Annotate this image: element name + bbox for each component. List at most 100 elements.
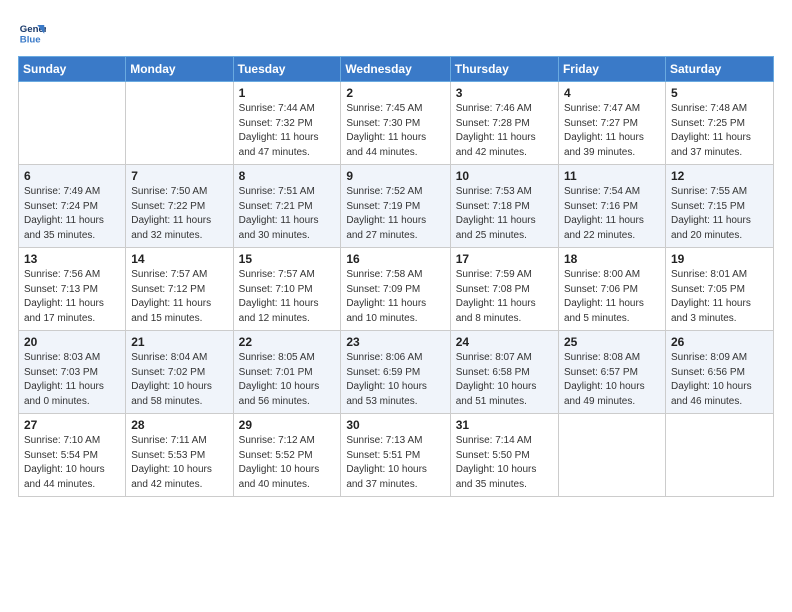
day-detail: Sunrise: 7:45 AM Sunset: 7:30 PM Dayligh… <box>346 102 444 160</box>
day-detail: Sunrise: 7:50 AM Sunset: 7:22 PM Dayligh… <box>131 185 227 243</box>
calendar-cell: 30Sunrise: 7:13 AM Sunset: 5:51 PM Dayli… <box>341 414 450 497</box>
calendar-week-row: 1 Sunrise: 7:44 AM Sunset: 7:32 PM Daylig… <box>19 82 774 165</box>
day-number: 23 <box>346 335 444 349</box>
day-number: 6 <box>24 169 120 183</box>
day-number: 22 <box>239 335 336 349</box>
day-of-week-header: Monday <box>126 57 233 82</box>
day-number: 15 <box>239 252 336 266</box>
page: General Blue SundayMondayTuesdayWednesda… <box>0 0 792 612</box>
day-number: 28 <box>131 418 227 432</box>
day-detail: Sunrise: 8:06 AM Sunset: 6:59 PM Dayligh… <box>346 351 444 409</box>
calendar-cell: 2 Sunrise: 7:45 AM Sunset: 7:30 PM Daylig… <box>341 82 450 165</box>
day-detail: Sunrise: 8:07 AM Sunset: 6:58 PM Dayligh… <box>456 351 553 409</box>
day-number: 29 <box>239 418 336 432</box>
calendar-cell <box>126 82 233 165</box>
day-number: 11 <box>564 169 660 183</box>
day-detail: Sunrise: 7:11 AM Sunset: 5:53 PM Dayligh… <box>131 434 227 492</box>
calendar-cell: 23 Sunrise: 8:06 AM Sunset: 6:59 PM Dayli… <box>341 331 450 414</box>
day-detail: Sunrise: 7:59 AM Sunset: 7:08 PM Dayligh… <box>456 268 553 326</box>
calendar-cell: 19 Sunrise: 8:01 AM Sunset: 7:05 PM Dayli… <box>665 248 773 331</box>
day-number: 20 <box>24 335 120 349</box>
calendar-cell <box>665 414 773 497</box>
calendar-cell: 12Sunrise: 7:55 AM Sunset: 7:15 PM Dayli… <box>665 165 773 248</box>
calendar-cell: 22 Sunrise: 8:05 AM Sunset: 7:01 PM Dayli… <box>233 331 341 414</box>
calendar-table: SundayMondayTuesdayWednesdayThursdayFrid… <box>18 56 774 497</box>
day-detail: Sunrise: 7:14 AM Sunset: 5:50 PM Dayligh… <box>456 434 553 492</box>
calendar-cell: 7 Sunrise: 7:50 AM Sunset: 7:22 PM Daylig… <box>126 165 233 248</box>
day-number: 17 <box>456 252 553 266</box>
calendar-cell: 15Sunrise: 7:57 AM Sunset: 7:10 PM Dayli… <box>233 248 341 331</box>
day-detail: Sunrise: 7:47 AM Sunset: 7:27 PM Dayligh… <box>564 102 660 160</box>
day-of-week-header: Friday <box>558 57 665 82</box>
calendar-cell: 27Sunrise: 7:10 AM Sunset: 5:54 PM Dayli… <box>19 414 126 497</box>
calendar-cell: 6 Sunrise: 7:49 AM Sunset: 7:24 PM Daylig… <box>19 165 126 248</box>
day-detail: Sunrise: 8:01 AM Sunset: 7:05 PM Dayligh… <box>671 268 768 326</box>
calendar-cell: 9Sunrise: 7:52 AM Sunset: 7:19 PM Daylig… <box>341 165 450 248</box>
calendar-body: 1 Sunrise: 7:44 AM Sunset: 7:32 PM Daylig… <box>19 82 774 497</box>
calendar-week-row: 27Sunrise: 7:10 AM Sunset: 5:54 PM Dayli… <box>19 414 774 497</box>
day-of-week-header: Tuesday <box>233 57 341 82</box>
day-number: 1 <box>239 86 336 100</box>
day-detail: Sunrise: 7:53 AM Sunset: 7:18 PM Dayligh… <box>456 185 553 243</box>
calendar-week-row: 20 Sunrise: 8:03 AM Sunset: 7:03 PM Dayli… <box>19 331 774 414</box>
calendar-cell: 11 Sunrise: 7:54 AM Sunset: 7:16 PM Dayli… <box>558 165 665 248</box>
day-number: 16 <box>346 252 444 266</box>
calendar-cell: 21Sunrise: 8:04 AM Sunset: 7:02 PM Dayli… <box>126 331 233 414</box>
day-number: 31 <box>456 418 553 432</box>
day-of-week-header: Saturday <box>665 57 773 82</box>
logo-icon: General Blue <box>18 18 46 46</box>
calendar-cell: 1 Sunrise: 7:44 AM Sunset: 7:32 PM Daylig… <box>233 82 341 165</box>
day-detail: Sunrise: 8:08 AM Sunset: 6:57 PM Dayligh… <box>564 351 660 409</box>
calendar-cell: 10Sunrise: 7:53 AM Sunset: 7:18 PM Dayli… <box>450 165 558 248</box>
calendar-cell: 26 Sunrise: 8:09 AM Sunset: 6:56 PM Dayli… <box>665 331 773 414</box>
day-number: 26 <box>671 335 768 349</box>
calendar-cell: 8 Sunrise: 7:51 AM Sunset: 7:21 PM Daylig… <box>233 165 341 248</box>
calendar-week-row: 13 Sunrise: 7:56 AM Sunset: 7:13 PM Dayli… <box>19 248 774 331</box>
day-detail: Sunrise: 8:09 AM Sunset: 6:56 PM Dayligh… <box>671 351 768 409</box>
day-of-week-header: Sunday <box>19 57 126 82</box>
day-number: 8 <box>239 169 336 183</box>
day-detail: Sunrise: 8:00 AM Sunset: 7:06 PM Dayligh… <box>564 268 660 326</box>
day-detail: Sunrise: 7:54 AM Sunset: 7:16 PM Dayligh… <box>564 185 660 243</box>
day-number: 21 <box>131 335 227 349</box>
calendar-cell: 31 Sunrise: 7:14 AM Sunset: 5:50 PM Dayli… <box>450 414 558 497</box>
day-detail: Sunrise: 7:49 AM Sunset: 7:24 PM Dayligh… <box>24 185 120 243</box>
day-number: 25 <box>564 335 660 349</box>
calendar-cell: 3 Sunrise: 7:46 AM Sunset: 7:28 PM Daylig… <box>450 82 558 165</box>
day-detail: Sunrise: 8:05 AM Sunset: 7:01 PM Dayligh… <box>239 351 336 409</box>
day-detail: Sunrise: 7:51 AM Sunset: 7:21 PM Dayligh… <box>239 185 336 243</box>
day-detail: Sunrise: 7:12 AM Sunset: 5:52 PM Dayligh… <box>239 434 336 492</box>
day-number: 4 <box>564 86 660 100</box>
days-of-week-row: SundayMondayTuesdayWednesdayThursdayFrid… <box>19 57 774 82</box>
day-number: 3 <box>456 86 553 100</box>
calendar-cell: 29 Sunrise: 7:12 AM Sunset: 5:52 PM Dayli… <box>233 414 341 497</box>
calendar-cell: 5Sunrise: 7:48 AM Sunset: 7:25 PM Daylig… <box>665 82 773 165</box>
day-number: 13 <box>24 252 120 266</box>
day-of-week-header: Thursday <box>450 57 558 82</box>
day-detail: Sunrise: 7:44 AM Sunset: 7:32 PM Dayligh… <box>239 102 336 160</box>
calendar-cell <box>19 82 126 165</box>
calendar-cell: 20 Sunrise: 8:03 AM Sunset: 7:03 PM Dayli… <box>19 331 126 414</box>
calendar-cell: 24 Sunrise: 8:07 AM Sunset: 6:58 PM Dayli… <box>450 331 558 414</box>
day-detail: Sunrise: 7:58 AM Sunset: 7:09 PM Dayligh… <box>346 268 444 326</box>
logo: General Blue <box>18 18 50 46</box>
calendar-cell: 18Sunrise: 8:00 AM Sunset: 7:06 PM Dayli… <box>558 248 665 331</box>
calendar-cell: 28 Sunrise: 7:11 AM Sunset: 5:53 PM Dayli… <box>126 414 233 497</box>
calendar-cell: 16 Sunrise: 7:58 AM Sunset: 7:09 PM Dayli… <box>341 248 450 331</box>
calendar-cell: 14Sunrise: 7:57 AM Sunset: 7:12 PM Dayli… <box>126 248 233 331</box>
day-detail: Sunrise: 7:48 AM Sunset: 7:25 PM Dayligh… <box>671 102 768 160</box>
day-detail: Sunrise: 7:57 AM Sunset: 7:12 PM Dayligh… <box>131 268 227 326</box>
day-detail: Sunrise: 7:13 AM Sunset: 5:51 PM Dayligh… <box>346 434 444 492</box>
calendar-cell: 4 Sunrise: 7:47 AM Sunset: 7:27 PM Daylig… <box>558 82 665 165</box>
day-detail: Sunrise: 7:56 AM Sunset: 7:13 PM Dayligh… <box>24 268 120 326</box>
calendar-cell: 17 Sunrise: 7:59 AM Sunset: 7:08 PM Dayli… <box>450 248 558 331</box>
day-number: 24 <box>456 335 553 349</box>
header: General Blue <box>18 18 774 46</box>
calendar-cell <box>558 414 665 497</box>
day-number: 2 <box>346 86 444 100</box>
svg-text:Blue: Blue <box>20 35 41 46</box>
day-number: 7 <box>131 169 227 183</box>
day-detail: Sunrise: 7:46 AM Sunset: 7:28 PM Dayligh… <box>456 102 553 160</box>
day-number: 19 <box>671 252 768 266</box>
day-detail: Sunrise: 8:03 AM Sunset: 7:03 PM Dayligh… <box>24 351 120 409</box>
